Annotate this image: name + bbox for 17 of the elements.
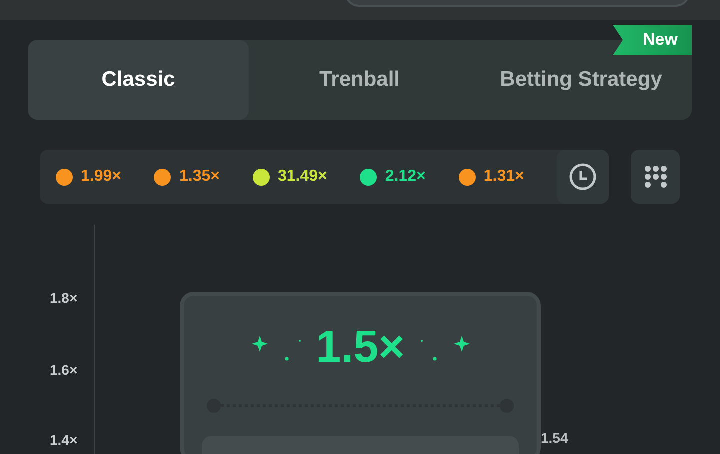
multiplier-value: 2.12× bbox=[385, 167, 426, 187]
multiplier-value: 1.35× bbox=[179, 167, 220, 187]
axis-label: 1.4× bbox=[50, 431, 78, 450]
mode-tab[interactable]: Trenball bbox=[249, 40, 470, 120]
multiplier-value: 1.31× bbox=[484, 167, 524, 187]
grid-icon bbox=[642, 164, 669, 190]
history-button[interactable] bbox=[557, 150, 610, 204]
line-label: 1.54 bbox=[541, 429, 568, 448]
multiplier-value: 1.99× bbox=[81, 167, 122, 187]
axis-label: 1.6× bbox=[50, 361, 78, 380]
clock-icon bbox=[569, 163, 598, 191]
axis-label: 1.8× bbox=[50, 289, 78, 308]
grid-button[interactable] bbox=[631, 150, 680, 204]
new-badge: New bbox=[613, 25, 692, 56]
multiplier-value: 31.49× bbox=[278, 167, 328, 187]
mode-tab[interactable]: Classic bbox=[28, 40, 249, 120]
multiplier-display: 1.5× bbox=[316, 324, 405, 369]
